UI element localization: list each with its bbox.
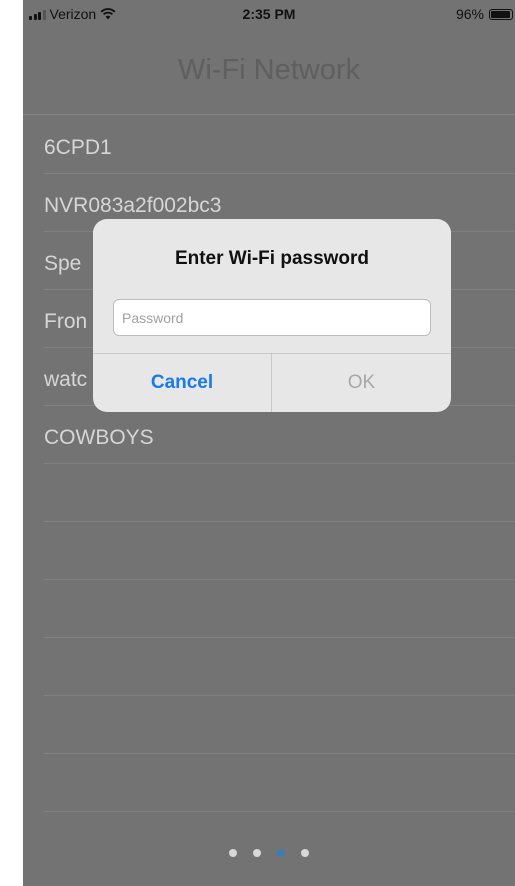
network-row[interactable]: [44, 522, 515, 580]
battery-icon: [489, 8, 513, 20]
phone-screen: Verizon 2:35 PM 96% Wi-Fi Network 6CPD1 N…: [23, 0, 515, 886]
cancel-button[interactable]: Cancel: [93, 354, 271, 412]
network-row[interactable]: [44, 580, 515, 638]
page-dot[interactable]: [301, 849, 309, 857]
network-name: COWBOYS: [44, 426, 154, 449]
page-title: Wi-Fi Network: [177, 54, 361, 86]
page-dot[interactable]: [253, 849, 261, 857]
status-time: 2:35 PM: [242, 6, 296, 22]
network-name: NVR083a2f002bc3: [44, 194, 222, 217]
network-row[interactable]: [44, 464, 515, 522]
status-bar: Verizon 2:35 PM 96%: [23, 0, 515, 36]
password-alert-dialog: Enter Wi-Fi password Cancel OK: [93, 219, 451, 412]
network-row[interactable]: [44, 638, 515, 696]
page-indicator[interactable]: [23, 849, 515, 857]
battery-percent: 96%: [455, 6, 484, 22]
status-right: 96%: [456, 6, 513, 22]
network-row[interactable]: COWBOYS: [44, 406, 515, 464]
page-dot[interactable]: [229, 849, 237, 857]
network-row[interactable]: 6CPD1: [44, 116, 515, 174]
network-name: Fron: [44, 310, 88, 333]
network-name: 6CPD1: [44, 136, 112, 159]
ok-button[interactable]: OK: [272, 354, 451, 412]
network-name: Spe: [44, 252, 82, 275]
network-row[interactable]: [44, 754, 515, 812]
nav-divider: [23, 114, 515, 115]
network-name: watc: [44, 368, 88, 391]
network-row[interactable]: [44, 696, 515, 754]
page-dot[interactable]: [277, 849, 285, 857]
password-input[interactable]: [113, 299, 431, 336]
alert-title: Enter Wi-Fi password: [174, 248, 370, 269]
